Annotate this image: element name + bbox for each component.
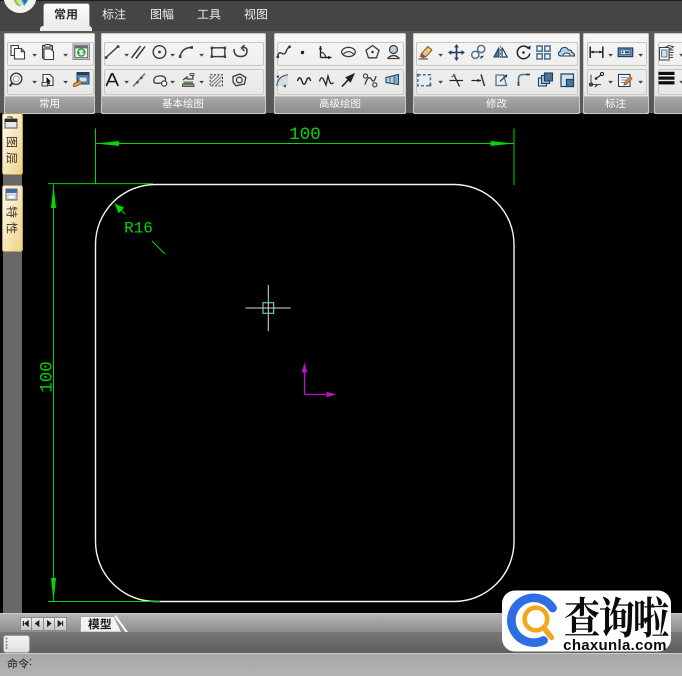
svg-text:R16: R16 [124, 220, 153, 238]
svg-text:100: 100 [289, 125, 321, 145]
svg-text:100: 100 [38, 361, 58, 393]
